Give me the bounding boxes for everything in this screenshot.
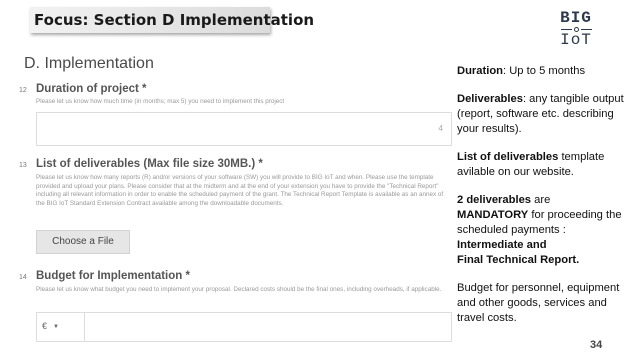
duration-question-title: Duration of project * [36, 83, 147, 95]
note-two-text: are [531, 194, 551, 206]
dropdown-caret-icon: ▼ [53, 323, 59, 330]
question-number-13: 13 [19, 162, 27, 169]
notes-panel: Duration: Up to 5 months Deliverables: a… [457, 64, 635, 339]
note-duration-text: : Up to 5 months [503, 65, 586, 77]
deliverables-help-text: Please let us know how many reports (R) … [36, 174, 444, 207]
duration-input[interactable]: 4 [36, 112, 452, 146]
note-two-label: 2 deliverables [457, 194, 532, 206]
note-intermediate: Intermediate and [457, 239, 547, 251]
currency-value: € [42, 321, 48, 331]
budget-help-text: Please let us know what budget you need … [36, 286, 442, 293]
note-template-label: List of deliverables [457, 151, 559, 163]
note-deliverables: Deliverables: any tangible output (repor… [457, 92, 635, 137]
note-budget: Budget for personnel, equipment and othe… [457, 282, 620, 324]
question-number-12: 12 [19, 87, 27, 94]
budget-amount-input[interactable] [84, 312, 452, 342]
section-heading: D. Implementation [24, 55, 154, 72]
question-number-14: 14 [19, 274, 27, 281]
note-deliverables-label: Deliverables [457, 93, 523, 105]
duration-help-text: Please let us know how much time (in mon… [36, 98, 285, 105]
note-mandatory: 2 deliverables are MANDATORY for proceedi… [457, 193, 635, 268]
application-form-screenshot: D. Implementation 12 Duration of project… [12, 50, 457, 350]
logo-text-top: BIG [560, 9, 592, 27]
note-final: Final Technical Report. [457, 254, 580, 266]
logo-text-bottom: IoT [560, 31, 592, 49]
deliverables-question-title: List of deliverables (Max file size 30MB… [36, 158, 263, 170]
big-iot-logo: BIG IoT [556, 10, 596, 50]
note-duration-label: Duration [457, 65, 503, 77]
duration-input-value: 4 [438, 124, 443, 133]
currency-select[interactable]: € ▼ [36, 312, 84, 342]
note-duration: Duration: Up to 5 months [457, 64, 635, 79]
note-template: List of deliverables template avilable o… [457, 150, 635, 180]
budget-question-title: Budget for Implementation * [36, 270, 190, 282]
slide-title: Focus: Section D Implementation [30, 7, 314, 33]
note-mandatory-label: MANDATORY [457, 209, 529, 221]
page-number: 34 [590, 339, 603, 351]
choose-file-button[interactable]: Choose a File [36, 230, 130, 254]
